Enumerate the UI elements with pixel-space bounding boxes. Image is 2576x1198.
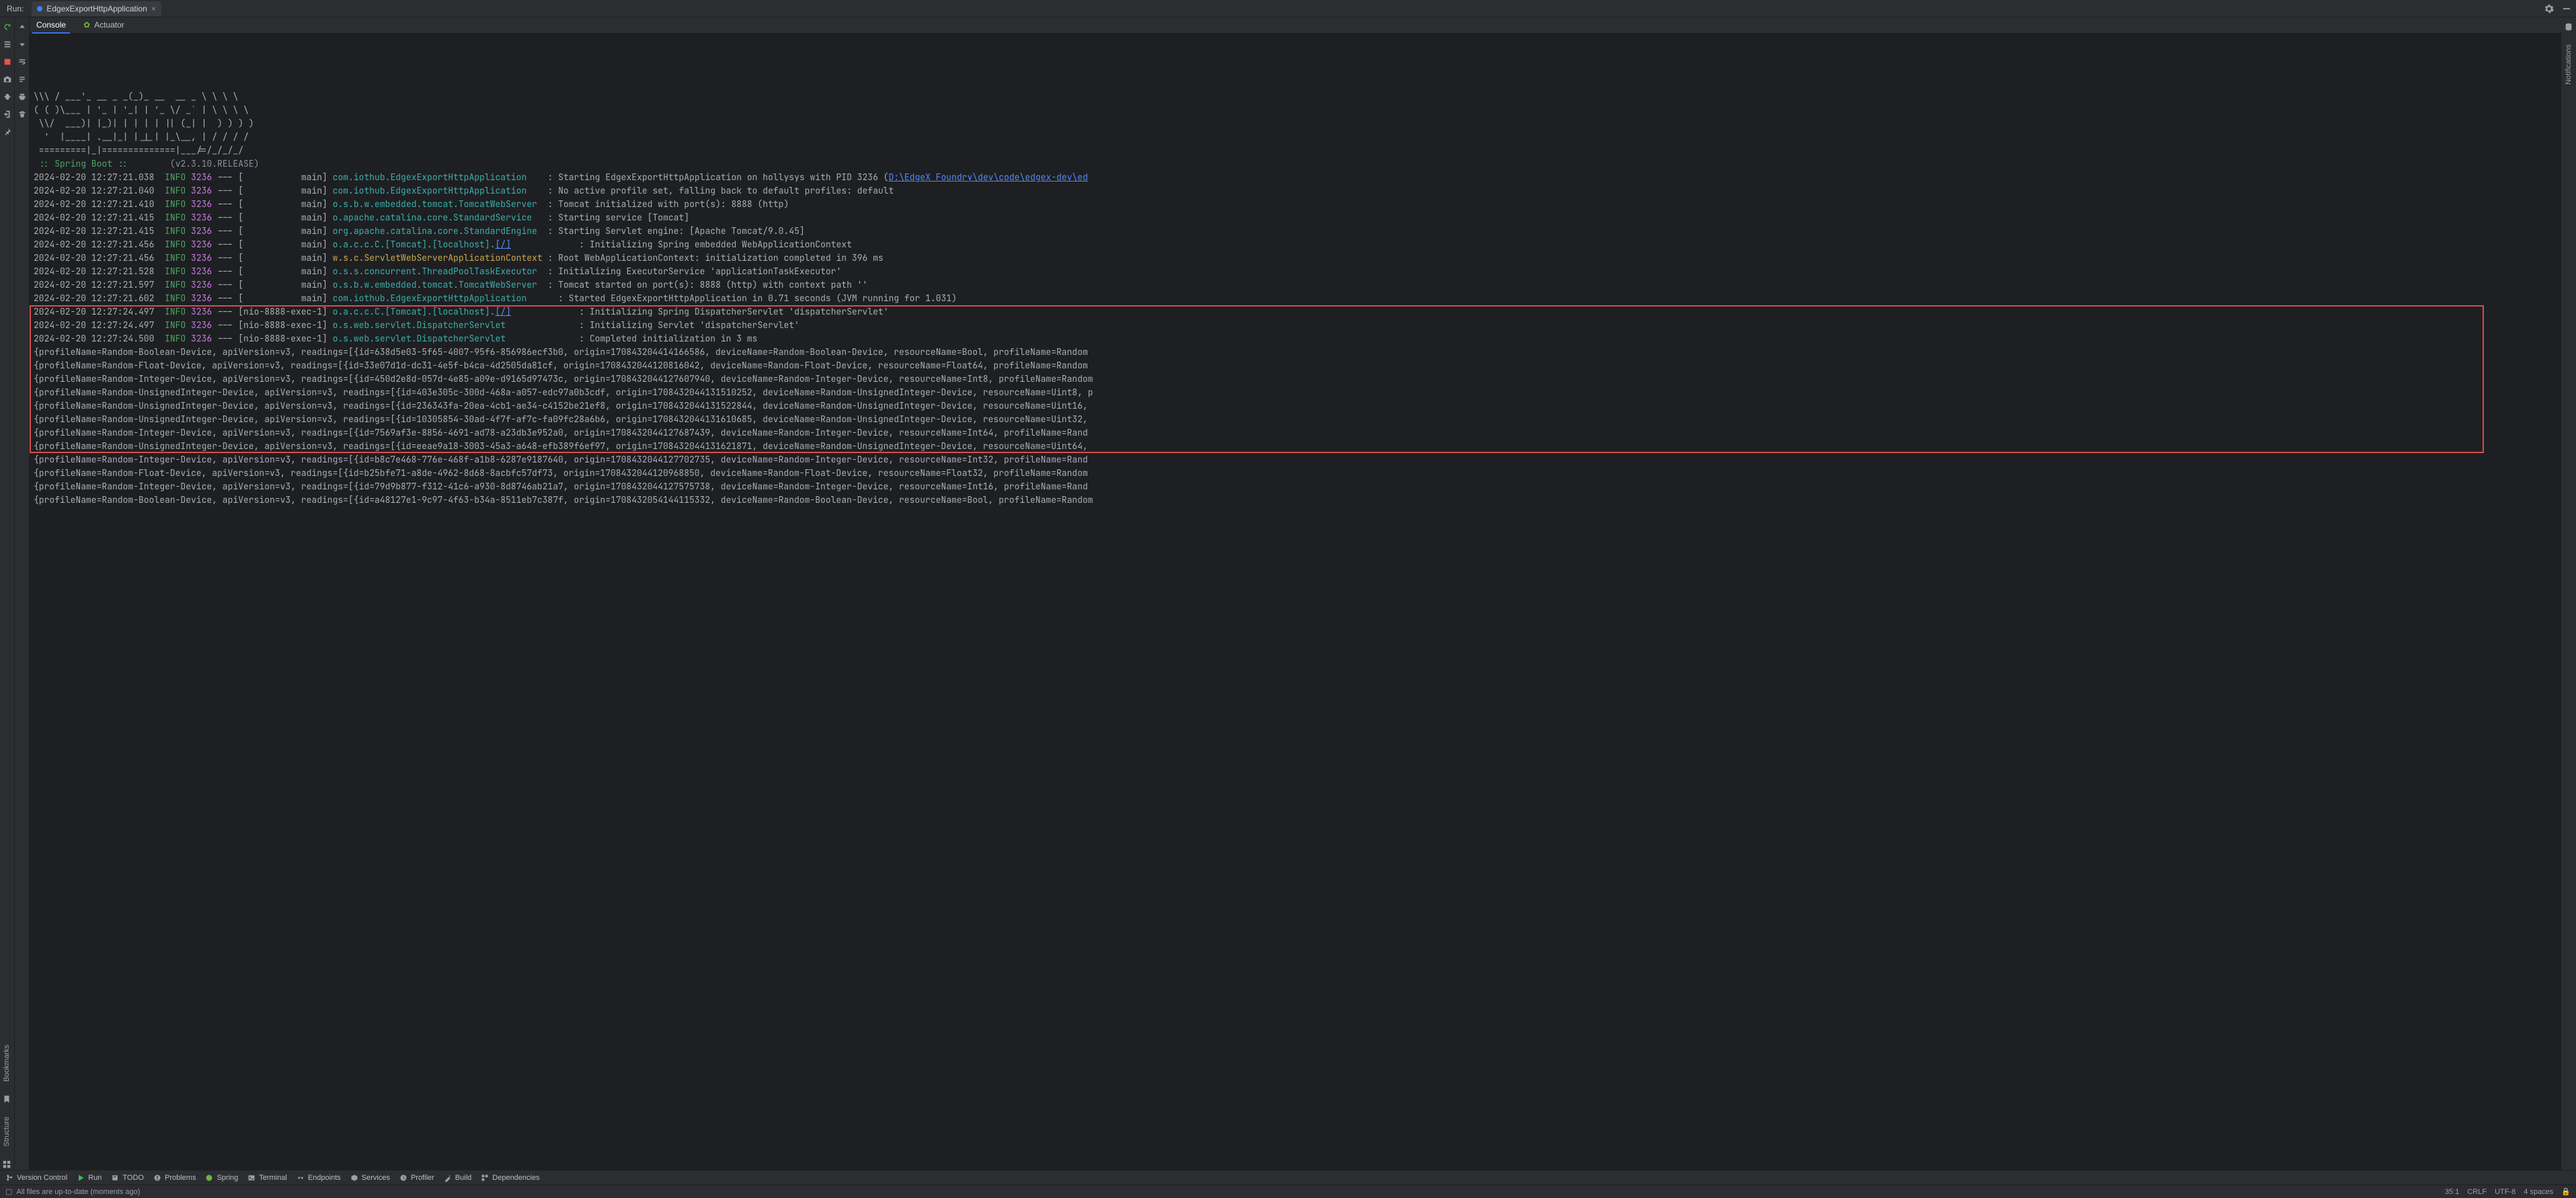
bookmark-icon[interactable] bbox=[1, 1094, 12, 1105]
console-line: 2024-02-20 12:27:21.528 INFO 3236 --- [ … bbox=[34, 265, 2561, 278]
print-icon[interactable] bbox=[17, 91, 28, 102]
console-line: {profileName=Random-Integer-Device, apiV… bbox=[34, 480, 2561, 493]
notifications-panel[interactable]: Notifications bbox=[2565, 44, 2573, 85]
stop-button[interactable] bbox=[2, 56, 13, 67]
run-header: Run: EdgexExportHttpApplication × bbox=[0, 0, 2576, 17]
scroll-to-end-icon[interactable] bbox=[17, 74, 28, 85]
console-line: :: Spring Boot :: (v2.3.10.RELEASE) bbox=[34, 157, 2561, 171]
run-config-name: EdgexExportHttpApplication bbox=[46, 4, 147, 13]
exit-icon[interactable] bbox=[2, 109, 13, 120]
console-line: 2024-02-20 12:27:21.040 INFO 3236 --- [ … bbox=[34, 184, 2561, 198]
rerun-button[interactable] bbox=[2, 22, 13, 32]
run-config-tab[interactable]: EdgexExportHttpApplication × bbox=[32, 1, 161, 16]
camera-icon[interactable] bbox=[2, 74, 13, 85]
console-line: =========|_|==============|___/=/_/_/_/ bbox=[34, 144, 2561, 157]
tool-run[interactable]: Run bbox=[77, 1174, 102, 1182]
spring-boot-icon bbox=[37, 6, 42, 11]
tool-dependencies[interactable]: Dependencies bbox=[481, 1174, 539, 1182]
tool-problems[interactable]: Problems bbox=[153, 1174, 196, 1182]
left-side-toolwindows: Bookmarks Structure bbox=[1, 1045, 12, 1170]
run-label: Run: bbox=[4, 4, 26, 13]
gear-icon[interactable] bbox=[2544, 3, 2554, 14]
console-line: 2024-02-20 12:27:21.415 INFO 3236 --- [ … bbox=[34, 225, 2561, 238]
lock-icon[interactable]: 🔒 bbox=[2561, 1187, 2571, 1196]
right-gutter: Notifications bbox=[2561, 17, 2576, 1170]
console-line: {profileName=Random-Float-Device, apiVer… bbox=[34, 467, 2561, 480]
tool-endpoints[interactable]: Endpoints bbox=[297, 1174, 341, 1182]
database-icon[interactable] bbox=[2563, 22, 2574, 32]
console-line: 2024-02-20 12:27:21.602 INFO 3236 --- [ … bbox=[34, 292, 2561, 305]
tool-placeholder-1[interactable] bbox=[2, 39, 13, 50]
structure-icon[interactable] bbox=[1, 1159, 12, 1170]
console-line: {profileName=Random-Integer-Device, apiV… bbox=[34, 453, 2561, 467]
console-line: 2024-02-20 12:27:21.410 INFO 3236 --- [ … bbox=[34, 198, 2561, 211]
tool-version-control[interactable]: Version Control bbox=[5, 1174, 67, 1182]
tool-todo[interactable]: TODO bbox=[111, 1174, 144, 1182]
scroll-up-icon[interactable] bbox=[17, 22, 28, 32]
console-line: 2024-02-20 12:27:21.038 INFO 3236 --- [ … bbox=[34, 171, 2561, 184]
clear-icon[interactable] bbox=[17, 109, 28, 120]
bottom-toolbar: Version Control Run TODO Problems Spring… bbox=[0, 1170, 2576, 1185]
console-line: 2024-02-20 12:27:21.597 INFO 3236 --- [ … bbox=[34, 278, 2561, 292]
console-line: 2024-02-20 12:27:24.497 INFO 3236 --- [n… bbox=[34, 305, 2561, 319]
minimize-icon[interactable] bbox=[2561, 3, 2572, 14]
console-line: {profileName=Random-Float-Device, apiVer… bbox=[34, 359, 2561, 372]
console-output[interactable]: \\\ / ___'_ __ _ _(_)_ __ __ _ \ \ \ \( … bbox=[30, 34, 2561, 1170]
spring-leaf-icon: ✿ bbox=[83, 20, 90, 30]
soft-wrap-icon[interactable] bbox=[17, 56, 28, 67]
indent[interactable]: 4 spaces bbox=[2524, 1188, 2553, 1196]
console-line: 2024-02-20 12:27:21.456 INFO 3236 --- [ … bbox=[34, 251, 2561, 265]
encoding[interactable]: UTF-8 bbox=[2495, 1188, 2515, 1196]
console-line: {profileName=Random-Boolean-Device, apiV… bbox=[34, 493, 2561, 507]
tool-terminal[interactable]: Terminal bbox=[247, 1174, 287, 1182]
sync-icon: ▢ bbox=[5, 1187, 12, 1196]
console-line: {profileName=Random-Integer-Device, apiV… bbox=[34, 426, 2561, 440]
tab-actuator[interactable]: ✿Actuator bbox=[79, 17, 128, 34]
console-line: {profileName=Random-UnsignedInteger-Devi… bbox=[34, 440, 2561, 453]
status-bar: ▢ All files are up-to-date (moments ago)… bbox=[0, 1185, 2576, 1198]
run-tool-column bbox=[0, 17, 15, 1170]
close-run-tab[interactable]: × bbox=[151, 4, 156, 13]
console-line: 2024-02-20 12:27:24.500 INFO 3236 --- [n… bbox=[34, 332, 2561, 346]
console-line: 2024-02-20 12:27:21.415 INFO 3236 --- [ … bbox=[34, 211, 2561, 225]
structure-panel[interactable]: Structure bbox=[3, 1117, 11, 1147]
pin-icon[interactable] bbox=[2, 126, 13, 137]
tool-spring[interactable]: Spring bbox=[205, 1174, 238, 1182]
run-tabbar: Console ✿Actuator bbox=[30, 17, 2561, 34]
console-line: {profileName=Random-UnsignedInteger-Devi… bbox=[34, 413, 2561, 426]
status-message: All files are up-to-date (moments ago) bbox=[16, 1188, 140, 1196]
console-line: \\\ / ___'_ __ _ _(_)_ __ __ _ \ \ \ \ bbox=[34, 90, 2561, 104]
tool-build[interactable]: Build bbox=[444, 1174, 471, 1182]
console-arrow-column bbox=[15, 17, 30, 1170]
scroll-down-icon[interactable] bbox=[17, 39, 28, 50]
console-line: {profileName=Random-UnsignedInteger-Devi… bbox=[34, 386, 2561, 399]
console-line: \\/ ___)| |_)| | | | | || (_| | ) ) ) ) bbox=[34, 117, 2561, 130]
tool-services[interactable]: Services bbox=[350, 1174, 390, 1182]
console-line: 2024-02-20 12:27:24.497 INFO 3236 --- [n… bbox=[34, 319, 2561, 332]
tab-console[interactable]: Console bbox=[32, 17, 70, 34]
caret-position[interactable]: 35:1 bbox=[2445, 1188, 2459, 1196]
bookmarks-panel[interactable]: Bookmarks bbox=[3, 1045, 11, 1082]
console-line: ( ( )\___ | '_ | '_| | '_ \/ _` | \ \ \ … bbox=[34, 104, 2561, 117]
console-line: {profileName=Random-UnsignedInteger-Devi… bbox=[34, 399, 2561, 413]
console-line: {profileName=Random-Integer-Device, apiV… bbox=[34, 372, 2561, 386]
tool-profiler[interactable]: Profiler bbox=[399, 1174, 434, 1182]
console-line: {profileName=Random-Boolean-Device, apiV… bbox=[34, 346, 2561, 359]
line-separator[interactable]: CRLF bbox=[2467, 1188, 2487, 1196]
console-line: 2024-02-20 12:27:21.456 INFO 3236 --- [ … bbox=[34, 238, 2561, 251]
console-line: ' |____| .__|_| |_|_| |_\__, | / / / / bbox=[34, 130, 2561, 144]
debug-bug-icon[interactable] bbox=[2, 91, 13, 102]
